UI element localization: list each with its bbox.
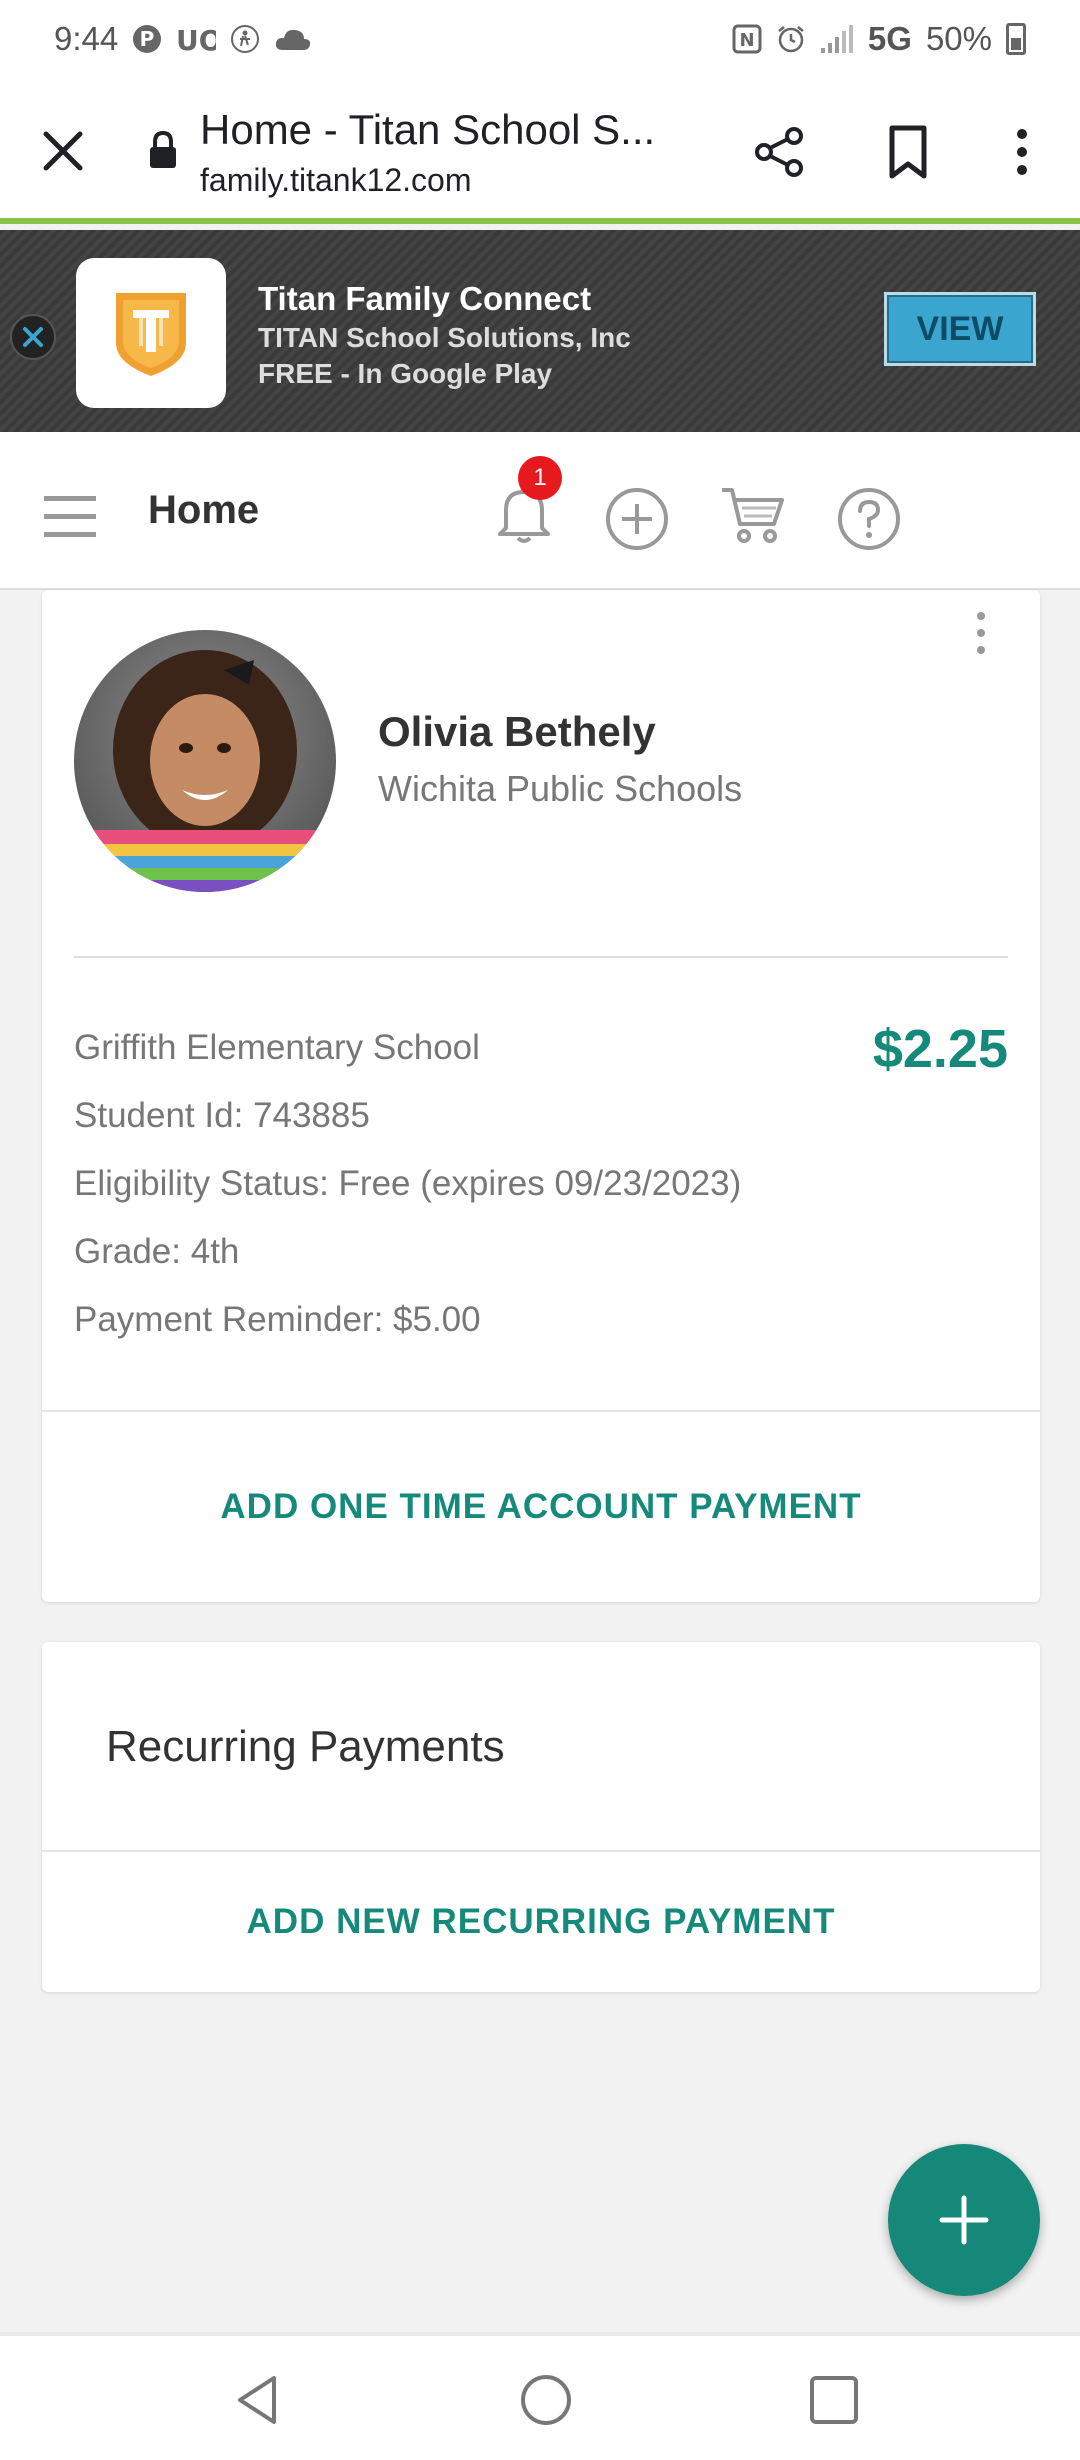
pinterest-icon: P bbox=[132, 24, 162, 54]
banner-app-name: Titan Family Connect bbox=[258, 280, 592, 317]
help-icon bbox=[838, 488, 900, 550]
header-title: Home bbox=[148, 488, 260, 532]
svg-text:P: P bbox=[140, 27, 155, 51]
status-bar-right: N 5G 50% bbox=[732, 20, 1026, 58]
student-photo bbox=[74, 630, 336, 892]
share-button[interactable] bbox=[752, 124, 808, 180]
student-card: Olivia Bethely Wichita Public Schools Gr… bbox=[42, 590, 1040, 1602]
back-triangle-icon bbox=[238, 2376, 276, 2424]
more-vert-icon bbox=[977, 612, 985, 654]
titan-shield-icon bbox=[116, 293, 186, 376]
nav-home-button[interactable] bbox=[518, 2372, 574, 2428]
account-balance: $2.25 bbox=[872, 1019, 1008, 1079]
signal-icon bbox=[820, 24, 854, 54]
banner-company: TITAN School Solutions, Inc bbox=[258, 322, 631, 353]
recents-square-icon bbox=[810, 2376, 858, 2424]
page-url[interactable]: family.titank12.com bbox=[200, 162, 472, 199]
home-circle-icon bbox=[521, 2375, 571, 2425]
add-one-time-payment-button[interactable]: ADD ONE TIME ACCOUNT PAYMENT bbox=[42, 1412, 1040, 1602]
uo-icon: UO bbox=[176, 24, 216, 54]
app-install-banner: Titan Family Connect TITAN School Soluti… bbox=[0, 230, 1080, 432]
page-title[interactable]: Home - Titan School S... bbox=[200, 106, 655, 154]
share-icon bbox=[755, 127, 803, 177]
app-logo bbox=[76, 258, 226, 408]
cart-button[interactable] bbox=[720, 484, 786, 546]
student-school: Griffith Elementary School bbox=[74, 1028, 480, 1067]
student-id: Student Id: 743885 bbox=[74, 1096, 370, 1135]
cart-icon bbox=[722, 488, 784, 543]
help-button[interactable] bbox=[836, 486, 902, 552]
browser-menu-button[interactable] bbox=[1004, 124, 1040, 180]
student-district: Wichita Public Schools bbox=[378, 768, 743, 809]
banner-price: FREE - In Google Play bbox=[258, 358, 553, 389]
notification-badge: 1 bbox=[518, 456, 562, 500]
nav-back-button[interactable] bbox=[230, 2372, 286, 2428]
clock: 9:44 bbox=[54, 20, 119, 57]
browser-toolbar: Home - Titan School S... family.titank12… bbox=[0, 78, 1080, 224]
recurring-payments-title: Recurring Payments bbox=[106, 1722, 505, 1771]
network-type: 5G bbox=[867, 20, 912, 57]
svg-text:UO: UO bbox=[176, 24, 216, 54]
close-icon bbox=[43, 131, 83, 171]
recurring-payments-card: Recurring Payments ADD NEW RECURRING PAY… bbox=[42, 1642, 1040, 1992]
menu-button[interactable] bbox=[44, 494, 96, 540]
status-bar-left: 9:44 P UO bbox=[54, 20, 312, 58]
add-button[interactable] bbox=[604, 486, 670, 552]
lock-icon[interactable] bbox=[146, 130, 180, 170]
nfc-icon: N bbox=[732, 24, 762, 54]
accessibility-icon bbox=[230, 24, 260, 54]
close-tab-button[interactable] bbox=[38, 126, 88, 176]
student-grade: Grade: 4th bbox=[74, 1232, 240, 1271]
app-header: Home 1 bbox=[0, 432, 1080, 590]
more-vert-icon bbox=[1017, 129, 1027, 175]
divider bbox=[74, 956, 1008, 958]
battery-percent: 50% bbox=[925, 20, 992, 57]
bookmark-button[interactable] bbox=[882, 124, 934, 180]
banner-close-button[interactable] bbox=[10, 314, 56, 360]
hamburger-icon bbox=[44, 496, 96, 537]
student-name: Olivia Bethely bbox=[378, 708, 656, 755]
bookmark-icon bbox=[889, 125, 927, 179]
add-circle-icon bbox=[606, 488, 668, 550]
nav-recents-button[interactable] bbox=[806, 2372, 862, 2428]
alarm-icon bbox=[776, 24, 806, 54]
fab-add-button[interactable] bbox=[888, 2144, 1040, 2296]
eligibility-status: Eligibility Status: Free (expires 09/23/… bbox=[74, 1164, 742, 1203]
banner-view-button[interactable]: VIEW bbox=[884, 292, 1036, 366]
svg-text:N: N bbox=[739, 30, 754, 51]
close-icon bbox=[23, 327, 43, 347]
system-nav-bar bbox=[0, 2332, 1080, 2460]
battery-icon bbox=[1006, 23, 1026, 55]
payment-reminder: Payment Reminder: $5.00 bbox=[74, 1300, 481, 1339]
add-recurring-payment-button[interactable]: ADD NEW RECURRING PAYMENT bbox=[42, 1852, 1040, 1992]
cloud-icon bbox=[274, 26, 312, 52]
student-avatar bbox=[74, 630, 336, 892]
plus-icon bbox=[939, 2195, 989, 2245]
student-options-button[interactable] bbox=[970, 608, 992, 658]
status-bar: 9:44 P UO N 5G 50% bbox=[0, 0, 1080, 78]
